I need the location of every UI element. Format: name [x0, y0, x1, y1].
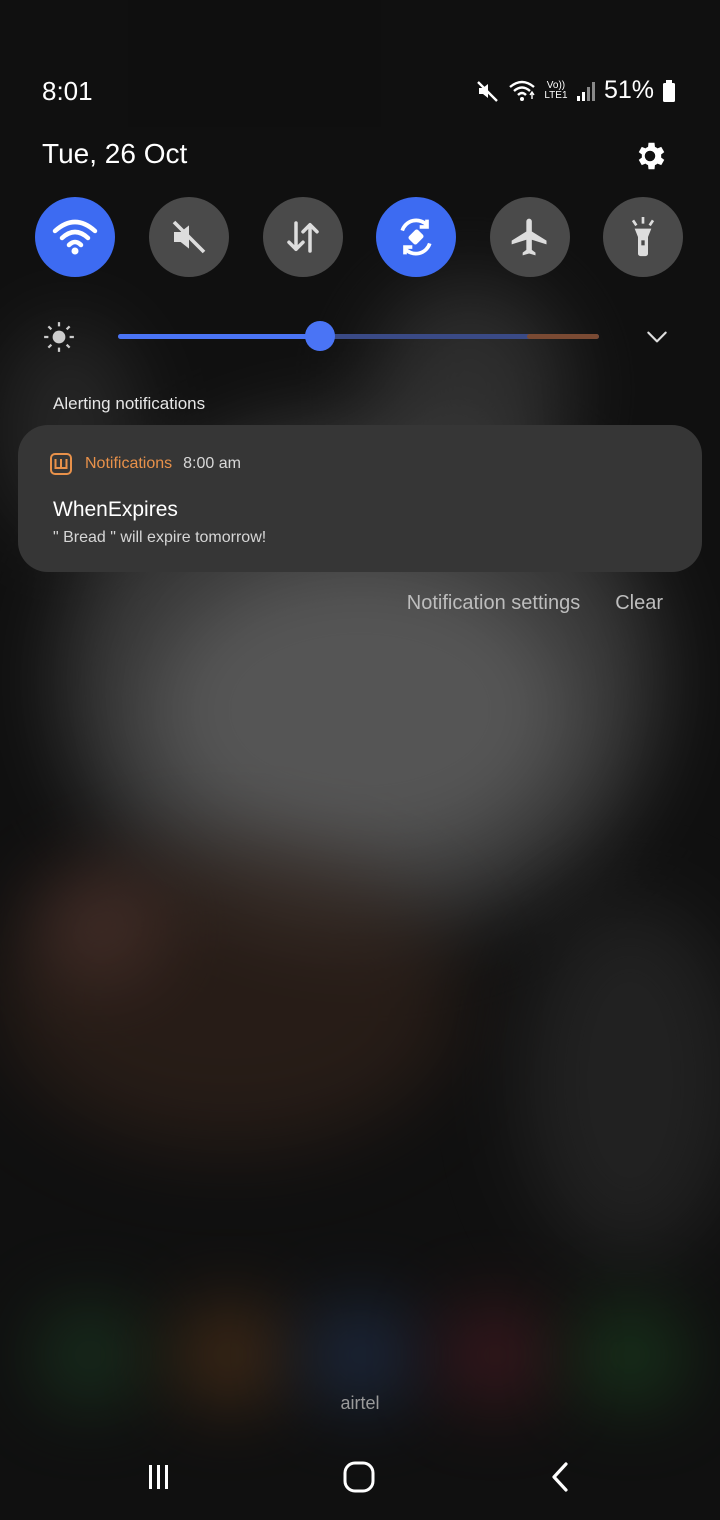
auto-rotate-toggle[interactable] — [376, 197, 456, 277]
back-button[interactable] — [540, 1460, 580, 1494]
airplane-mode-toggle[interactable] — [490, 197, 570, 277]
sound-toggle[interactable] — [149, 197, 229, 277]
date-label: Tue, 26 Oct — [42, 138, 188, 169]
wifi-icon — [52, 219, 98, 255]
wifi-toggle[interactable] — [35, 197, 115, 277]
carrier-label: airtel — [340, 1393, 380, 1413]
app-icon — [50, 453, 72, 475]
expand-panel-button[interactable] — [644, 324, 670, 350]
brightness-sun-icon — [42, 320, 76, 354]
brightness-control — [42, 318, 678, 354]
notification-title: WhenExpires — [53, 498, 178, 521]
clear-button[interactable]: Clear — [615, 592, 663, 615]
quick-settings-row — [35, 197, 685, 277]
brightness-slider[interactable] — [118, 321, 599, 351]
notification-body: " Bread " will expire tomorrow! — [53, 529, 267, 546]
battery-percent: 51% — [603, 76, 654, 104]
auto-rotate-icon — [400, 218, 432, 256]
home-button[interactable] — [339, 1460, 379, 1494]
mute-status-icon — [476, 79, 500, 103]
flashlight-toggle[interactable] — [603, 197, 683, 277]
status-icons: Vo)) LTE1 51% — [476, 76, 676, 105]
chevron-down-icon — [647, 331, 667, 343]
back-icon — [552, 1462, 568, 1492]
notification-app-name: Notifications — [85, 455, 173, 472]
brightness-fill — [118, 334, 321, 339]
wifi-status-icon — [508, 79, 536, 103]
signal-icon — [576, 80, 596, 102]
home-icon — [343, 1461, 375, 1493]
network-label: Vo)) LTE1 — [544, 79, 568, 101]
gear-icon — [638, 142, 665, 170]
mobile-data-toggle[interactable] — [263, 197, 343, 277]
brightness-warm-segment — [527, 334, 599, 339]
flashlight-icon — [631, 217, 655, 257]
notification-card[interactable]: Notifications 8:00 am WhenExpires " Brea… — [18, 425, 702, 572]
notification-actions: Notification settings Clear — [407, 592, 663, 615]
notification-settings-button[interactable]: Notification settings — [407, 592, 580, 615]
notifications-section-label: Alerting notifications — [53, 394, 206, 413]
notification-time: 8:00 am — [183, 455, 241, 472]
data-arrows-icon — [287, 221, 319, 253]
recent-apps-icon — [149, 1465, 168, 1489]
settings-button[interactable] — [632, 138, 668, 174]
recent-apps-button[interactable] — [138, 1460, 178, 1494]
status-time: 8:01 — [42, 76, 93, 106]
brightness-thumb[interactable] — [305, 321, 336, 351]
navigation-bar — [0, 1446, 720, 1506]
airplane-icon — [511, 218, 547, 256]
mute-icon — [172, 220, 206, 254]
battery-icon — [662, 79, 676, 103]
